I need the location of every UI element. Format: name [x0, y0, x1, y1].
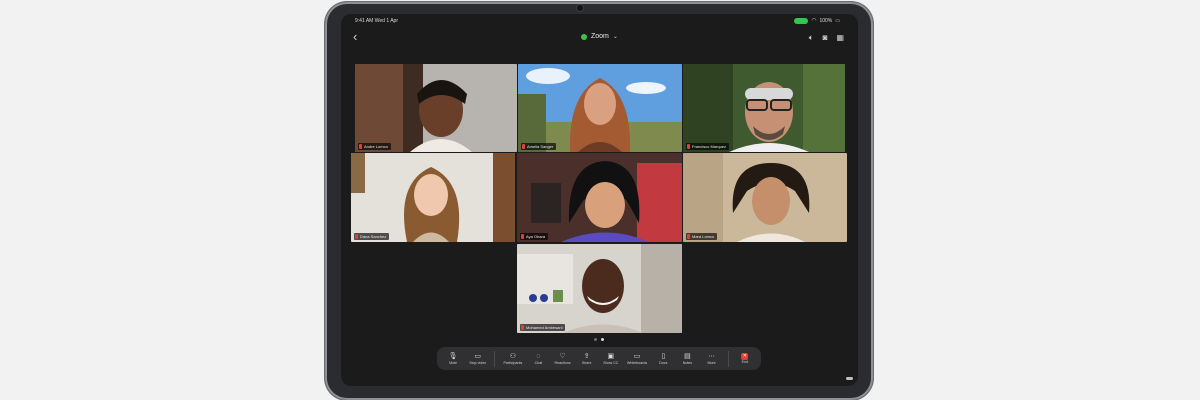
more-button[interactable]: ⋯ More: [704, 352, 720, 366]
gallery-pagination[interactable]: [594, 338, 604, 341]
participant-tile[interactable]: Dana Sanchez: [351, 153, 515, 242]
show-cc-button[interactable]: ▣ Show CC: [603, 352, 619, 366]
video-camera-icon: ▭: [474, 352, 481, 360]
participant-video: [355, 64, 517, 152]
stop-video-button[interactable]: ▭ Stop video: [469, 352, 486, 366]
gallery-grid-icon[interactable]: ▦: [836, 33, 844, 43]
notes-button[interactable]: ▤ Notes: [679, 352, 695, 366]
participant-video: [683, 64, 845, 152]
docs-button[interactable]: ▯ Docs: [655, 352, 671, 366]
back-chevron-icon[interactable]: ‹: [353, 30, 357, 43]
participant-tile[interactable]: Mohamed Ambesani: [517, 244, 682, 333]
speaker-icon[interactable]: 🔈︎: [809, 33, 814, 43]
share-icon: ⇪: [583, 352, 590, 360]
share-button[interactable]: ⇪ Share: [579, 352, 595, 366]
captions-icon: ▣: [607, 352, 615, 360]
home-indicator: [846, 377, 853, 380]
top-right-controls: 🔈︎ ◙ ▦: [809, 33, 844, 43]
participant-tile[interactable]: Aya Ohara: [517, 153, 682, 242]
participant-name-label: Francisco Marquez: [686, 143, 730, 150]
status-time: 9:41 AM Wed 1 Apr: [355, 18, 398, 24]
participants-button[interactable]: ⚇ Participants: [503, 352, 522, 366]
whiteboards-button[interactable]: ▭ Whiteboards: [627, 352, 647, 366]
reactions-button[interactable]: ♡ Reactions: [555, 352, 571, 366]
chat-icon: ◌: [536, 352, 541, 360]
muted-mic-icon: [355, 234, 358, 239]
muted-mic-icon: [687, 234, 690, 239]
meeting-title: Zoom: [591, 33, 609, 40]
microphone-icon: 🎙︎: [448, 352, 458, 360]
toolbar-divider: [727, 350, 729, 367]
muted-mic-icon: [522, 144, 525, 149]
participant-video: [517, 244, 682, 333]
switch-camera-icon[interactable]: ◙: [823, 33, 828, 43]
more-icon: ⋯: [708, 352, 716, 360]
muted-mic-icon: [687, 144, 690, 149]
participant-name-label: Aya Ohara: [520, 233, 549, 240]
participant-name-label: Andre Lomco: [358, 143, 391, 150]
meeting-title-button[interactable]: Zoom ⌄: [581, 33, 618, 40]
muted-mic-icon: [521, 234, 524, 239]
document-icon: ▯: [661, 352, 666, 360]
participant-name-label: Dana Sanchez: [354, 233, 390, 240]
participant-name-label: Mara Lomco: [686, 233, 718, 240]
participant-tile-active-speaker[interactable]: Amelia Sanger: [518, 64, 682, 152]
wifi-icon: ◠: [811, 18, 817, 24]
page-dot[interactable]: [594, 338, 597, 341]
battery-level-icon: ▭: [835, 17, 840, 24]
status-bar: 9:41 AM Wed 1 Apr ◠ 100% ▭: [341, 14, 858, 28]
muted-mic-icon: [359, 144, 362, 149]
participant-tile[interactable]: Andre Lomco: [355, 64, 517, 152]
front-camera: [577, 5, 583, 11]
participant-tile[interactable]: Mara Lomco: [683, 153, 847, 242]
heart-icon: ♡: [559, 352, 566, 360]
end-meeting-button[interactable]: ✕ End: [737, 352, 753, 365]
battery-icon: [794, 17, 809, 24]
participant-name-label: Amelia Sanger: [521, 143, 557, 150]
participant-video: [683, 153, 847, 242]
participant-name-label: Mohamed Ambesani: [520, 324, 566, 331]
participants-icon: ⚇: [509, 352, 516, 360]
participant-tile[interactable]: Francisco Marquez: [683, 64, 845, 152]
meeting-toolbar: 🎙︎ Mute ▭ Stop video ⚇ Participants ◌ Chat ♡…: [437, 347, 761, 370]
toolbar-divider: [494, 350, 496, 367]
encryption-shield-icon: [581, 33, 587, 40]
participant-video: [351, 153, 515, 242]
participant-video: [518, 64, 682, 152]
chevron-down-icon: ⌄: [612, 34, 618, 40]
chat-button[interactable]: ◌ Chat: [530, 352, 546, 366]
whiteboard-icon: ▭: [633, 352, 641, 360]
page-dot-active[interactable]: [601, 338, 604, 341]
zoom-screen: 9:41 AM Wed 1 Apr ◠ 100% ▭ ‹ Zoom ⌄ 🔈︎ ◙…: [341, 14, 858, 386]
end-icon: ✕: [741, 352, 749, 360]
battery-percent: 100%: [819, 17, 833, 24]
notes-icon: ▤: [684, 352, 691, 360]
mute-button[interactable]: 🎙︎ Mute: [445, 352, 461, 366]
status-indicators: ◠ 100% ▭: [794, 17, 840, 24]
participant-video: [517, 153, 682, 242]
muted-mic-icon: [521, 325, 524, 330]
meeting-top-bar: ‹ Zoom ⌄ 🔈︎ ◙ ▦: [341, 28, 858, 50]
